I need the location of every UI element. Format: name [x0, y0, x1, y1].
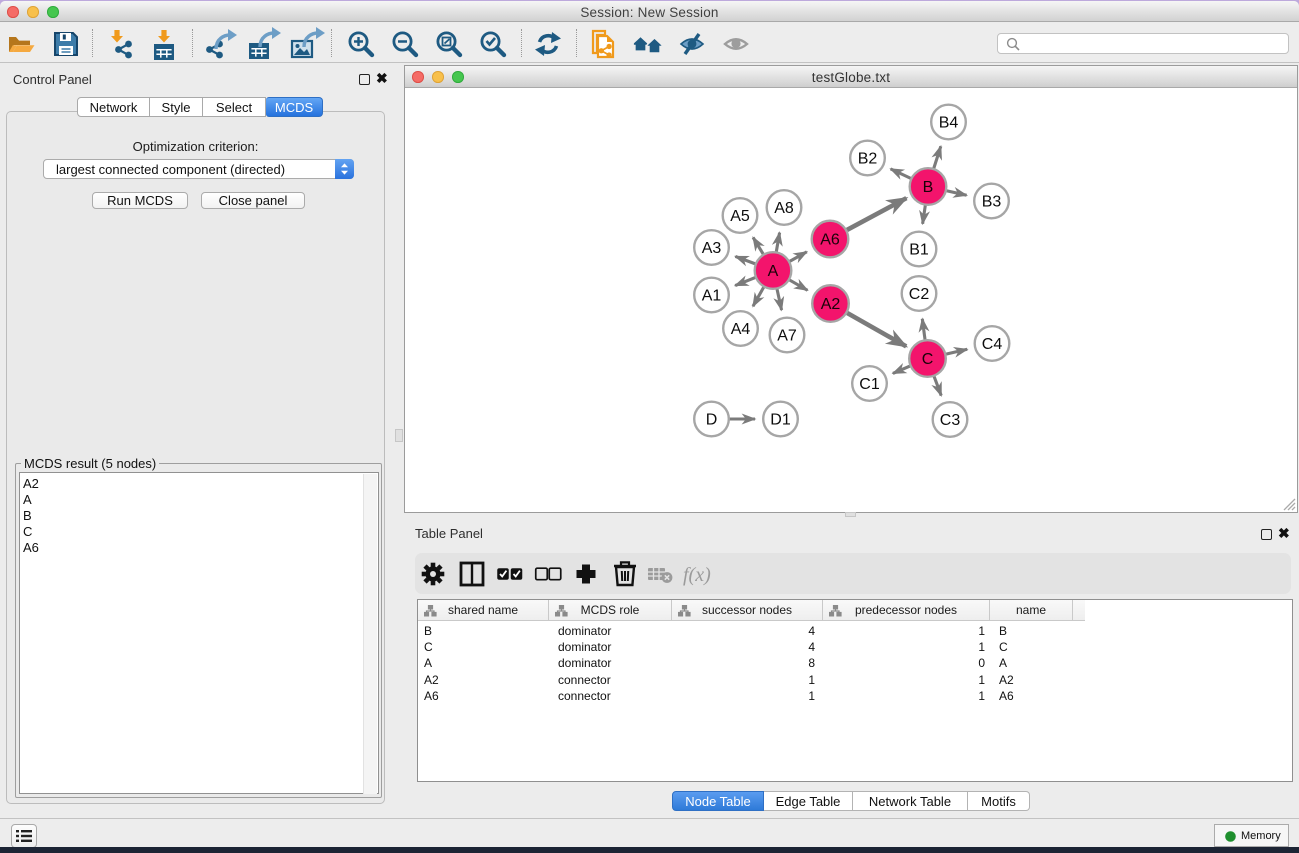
svg-text:B: B	[923, 179, 934, 196]
svg-text:A4: A4	[731, 321, 751, 338]
svg-text:A: A	[768, 263, 779, 280]
svg-text:D1: D1	[770, 412, 791, 429]
svg-text:A1: A1	[702, 288, 722, 305]
svg-text:A5: A5	[730, 208, 750, 225]
svg-text:B2: B2	[858, 151, 878, 168]
svg-text:C2: C2	[909, 286, 930, 303]
svg-text:f(x): f(x)	[683, 564, 711, 586]
svg-text:C3: C3	[940, 412, 961, 429]
svg-text:C1: C1	[859, 376, 880, 393]
svg-text:D: D	[706, 412, 718, 429]
svg-text:A8: A8	[774, 200, 794, 217]
svg-text:A6: A6	[820, 232, 840, 249]
svg-text:B4: B4	[939, 115, 959, 132]
svg-text:A3: A3	[702, 240, 722, 257]
svg-text:B3: B3	[982, 194, 1002, 211]
svg-text:B1: B1	[909, 242, 929, 259]
svg-text:A2: A2	[821, 296, 841, 313]
svg-text:C: C	[922, 351, 934, 368]
svg-text:A7: A7	[777, 328, 797, 345]
svg-text:C4: C4	[982, 336, 1003, 353]
